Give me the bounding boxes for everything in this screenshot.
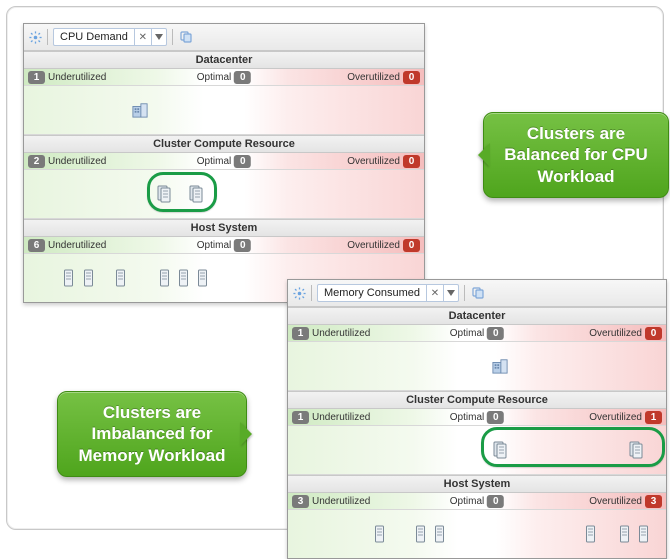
clear-metric-button[interactable]: ✕	[134, 29, 151, 45]
under-badge: 2	[28, 155, 45, 168]
datacenter-status-bar: 1Underutilized Optimal0 Overutilized0	[288, 325, 666, 342]
over-label: Overutilized	[347, 72, 400, 83]
over-label: Overutilized	[347, 156, 400, 167]
over-badge: 3	[645, 495, 662, 508]
separator	[172, 29, 173, 45]
datacenter-zone	[288, 342, 666, 391]
under-label: Underutilized	[48, 156, 106, 167]
cluster-icon[interactable]	[188, 185, 204, 203]
host-icon[interactable]	[583, 525, 599, 543]
settings-icon[interactable]	[28, 30, 42, 44]
cluster-zone	[288, 426, 666, 475]
clear-metric-button[interactable]: ✕	[426, 285, 443, 301]
over-label: Overutilized	[589, 328, 642, 339]
host-zone	[288, 510, 666, 558]
host-icon[interactable]	[636, 525, 652, 543]
optimal-label: Optimal	[450, 328, 484, 339]
copy-icon[interactable]	[470, 285, 486, 301]
section-header-datacenter: Datacenter	[288, 307, 666, 325]
cluster-icon[interactable]	[492, 441, 508, 459]
section-header-cluster: Cluster Compute Resource	[24, 135, 424, 153]
optimal-badge: 0	[234, 71, 251, 84]
under-badge: 6	[28, 239, 45, 252]
callout-cpu-balanced: Clusters are Balanced for CPU Workload	[483, 112, 669, 198]
copy-icon[interactable]	[178, 29, 194, 45]
under-badge: 1	[292, 327, 309, 340]
metric-label: Memory Consumed	[318, 287, 426, 299]
optimal-label: Optimal	[197, 240, 231, 251]
callout-text: Clusters are Imbalanced for Memory Workl…	[72, 402, 232, 466]
over-label: Overutilized	[589, 496, 642, 507]
metric-dropdown-button[interactable]	[443, 285, 458, 301]
under-badge: 3	[292, 495, 309, 508]
separator	[311, 285, 312, 301]
optimal-label: Optimal	[450, 412, 484, 423]
metric-selector: Memory Consumed ✕	[317, 284, 459, 302]
over-badge: 1	[645, 411, 662, 424]
host-icon[interactable]	[112, 269, 128, 287]
metric-dropdown-button[interactable]	[151, 29, 166, 45]
over-label: Overutilized	[589, 412, 642, 423]
optimal-badge: 0	[234, 239, 251, 252]
screenshot-frame: CPU Demand ✕ Datacenter 1Underutilized O…	[6, 6, 664, 530]
panel-toolbar: CPU Demand ✕	[24, 24, 424, 51]
datacenter-icon[interactable]	[492, 357, 508, 375]
section-header-datacenter: Datacenter	[24, 51, 424, 69]
utilization-heatmap-panel-cpu: CPU Demand ✕ Datacenter 1Underutilized O…	[23, 23, 425, 303]
datacenter-icon[interactable]	[132, 101, 148, 119]
section-header-cluster: Cluster Compute Resource	[288, 391, 666, 409]
host-icon[interactable]	[194, 269, 210, 287]
over-badge: 0	[403, 71, 420, 84]
host-status-bar: 6Underutilized Optimal0 Overutilized0	[24, 237, 424, 254]
utilization-heatmap-panel-memory: Memory Consumed ✕ Datacenter 1Underutili…	[287, 279, 667, 559]
settings-icon[interactable]	[292, 286, 306, 300]
optimal-label: Optimal	[450, 496, 484, 507]
host-icon[interactable]	[175, 269, 191, 287]
optimal-badge: 0	[487, 495, 504, 508]
optimal-label: Optimal	[197, 72, 231, 83]
host-icon[interactable]	[156, 269, 172, 287]
section-header-host: Host System	[288, 475, 666, 493]
over-badge: 0	[403, 155, 420, 168]
under-label: Underutilized	[48, 72, 106, 83]
metric-selector: CPU Demand ✕	[53, 28, 167, 46]
cluster-icon[interactable]	[628, 441, 644, 459]
host-icon[interactable]	[617, 525, 633, 543]
optimal-label: Optimal	[197, 156, 231, 167]
under-label: Underutilized	[48, 240, 106, 251]
optimal-badge: 0	[487, 411, 504, 424]
cluster-status-bar: 2Underutilized Optimal0 Overutilized0	[24, 153, 424, 170]
host-icon[interactable]	[60, 269, 76, 287]
datacenter-status-bar: 1Underutilized Optimal0 Overutilized0	[24, 69, 424, 86]
over-badge: 0	[403, 239, 420, 252]
under-label: Underutilized	[312, 328, 370, 339]
under-badge: 1	[28, 71, 45, 84]
cluster-status-bar: 1Underutilized Optimal0 Overutilized1	[288, 409, 666, 426]
cluster-icon[interactable]	[156, 185, 172, 203]
datacenter-zone	[24, 86, 424, 135]
callout-text: Clusters are Balanced for CPU Workload	[498, 123, 654, 187]
optimal-badge: 0	[487, 327, 504, 340]
panel-toolbar: Memory Consumed ✕	[288, 280, 666, 307]
under-badge: 1	[292, 411, 309, 424]
separator	[464, 285, 465, 301]
over-badge: 0	[645, 327, 662, 340]
host-icon[interactable]	[371, 525, 387, 543]
host-status-bar: 3Underutilized Optimal0 Overutilized3	[288, 493, 666, 510]
over-label: Overutilized	[347, 240, 400, 251]
under-label: Underutilized	[312, 496, 370, 507]
section-header-host: Host System	[24, 219, 424, 237]
under-label: Underutilized	[312, 412, 370, 423]
host-icon[interactable]	[80, 269, 96, 287]
cluster-zone	[24, 170, 424, 219]
metric-label: CPU Demand	[54, 31, 134, 43]
optimal-badge: 0	[234, 155, 251, 168]
host-icon[interactable]	[432, 525, 448, 543]
separator	[47, 29, 48, 45]
callout-memory-imbalanced: Clusters are Imbalanced for Memory Workl…	[57, 391, 247, 477]
host-icon[interactable]	[413, 525, 429, 543]
